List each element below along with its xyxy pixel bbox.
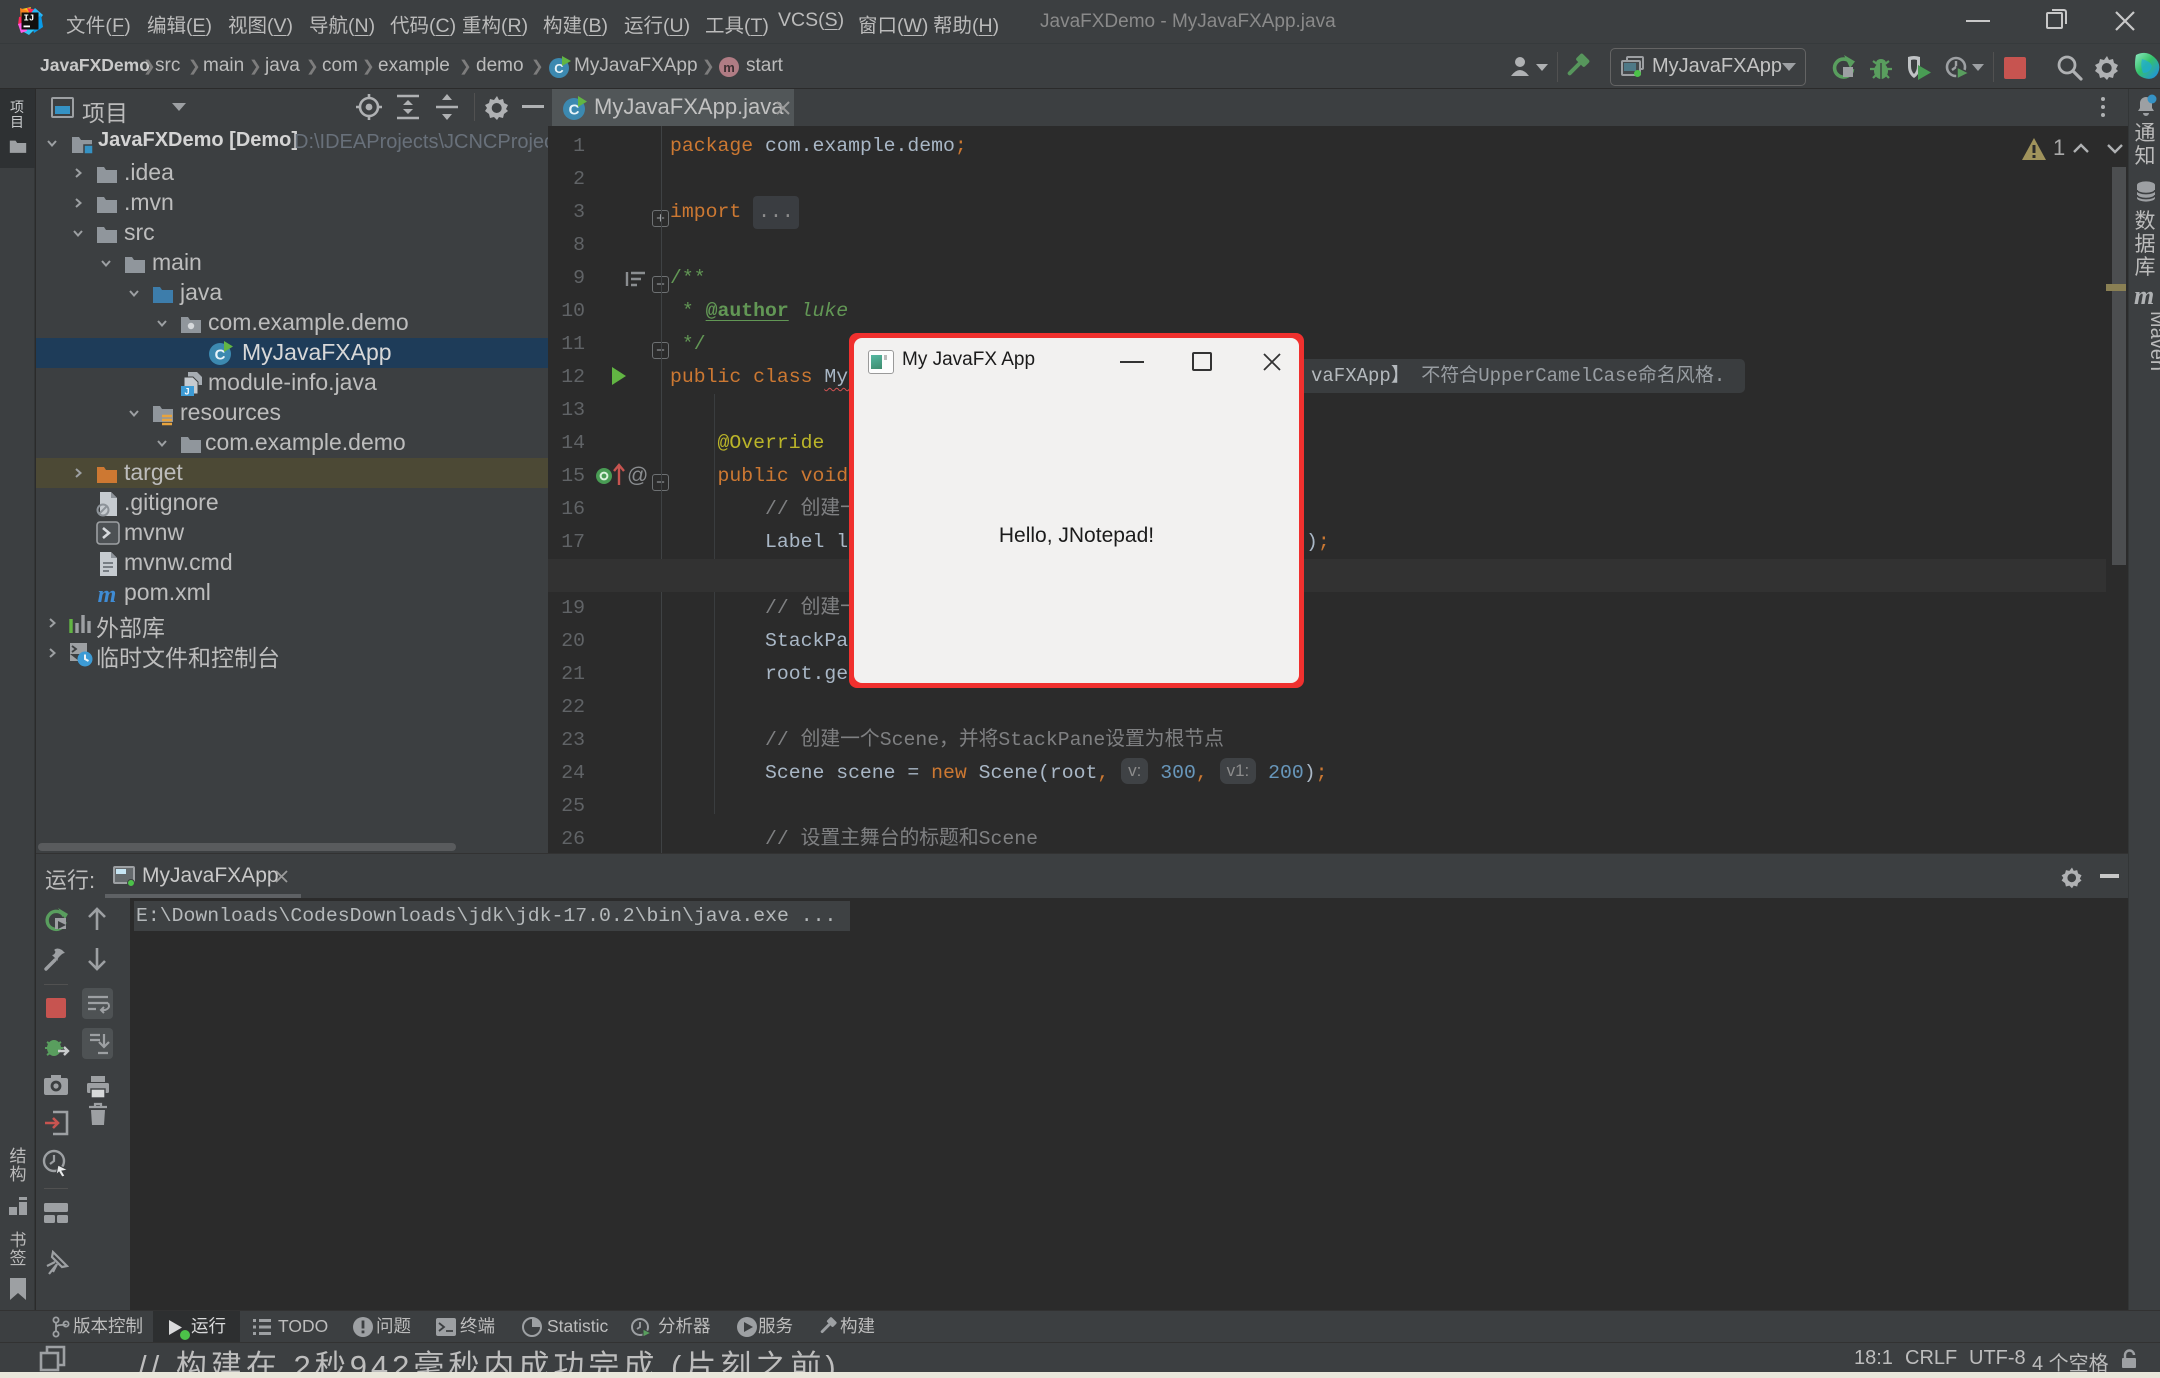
svg-text:J: J: [184, 387, 189, 397]
svg-text:m: m: [723, 60, 735, 75]
svg-text:C: C: [215, 347, 226, 364]
svg-text:m: m: [98, 582, 117, 607]
svg-text:IJ: IJ: [24, 14, 35, 24]
svg-text:C: C: [569, 102, 580, 119]
